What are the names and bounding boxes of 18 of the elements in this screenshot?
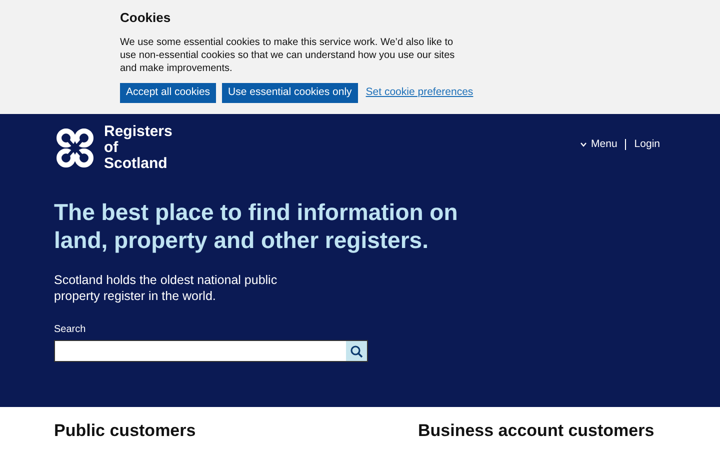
section-heading: Public customers	[54, 421, 197, 441]
login-link[interactable]: Login	[634, 137, 660, 153]
cookie-preferences-link[interactable]: Set cookie preferences	[366, 85, 474, 101]
cookie-text: We use some essential cookies to make this service work. We’d also like to use non-essential cookies so that we can understand how you use our sites and make improvements.	[120, 36, 456, 75]
section-heading: Business account customers	[418, 421, 654, 441]
search-field[interactable]	[54, 340, 368, 362]
logo-text: Registers of Scotland	[104, 124, 174, 172]
cookie-button[interactable]: Accept all cookies	[120, 83, 216, 103]
hero-heading: The best place to find information on land, property and other registers.	[54, 199, 459, 254]
search-label: Search	[54, 323, 87, 337]
chevron-down-icon	[580, 142, 588, 148]
cookie-button[interactable]: Use essential cookies only	[222, 83, 358, 103]
hero-text: Scotland holds the oldest national public property register in the world.	[54, 272, 278, 304]
logo-icon	[54, 127, 96, 169]
search-icon	[350, 344, 363, 358]
cookie-title: Cookies	[120, 9, 172, 27]
search-button[interactable]	[346, 341, 367, 361]
menu-button[interactable]: Menu	[580, 137, 618, 153]
